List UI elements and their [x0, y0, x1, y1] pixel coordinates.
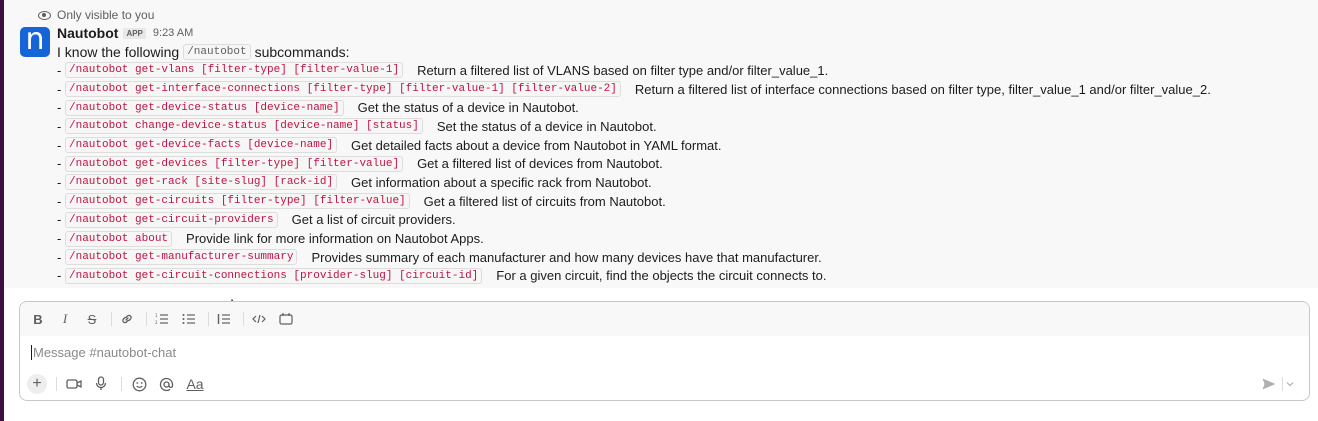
- command-code: /nautobot get-devices [filter-type] [fil…: [65, 155, 404, 172]
- message-timestamp[interactable]: 9:23 AM: [153, 27, 193, 39]
- command-code: /nautobot get-device-facts [device-name]: [65, 137, 338, 154]
- command-item: -/nautobot about Provide link for more in…: [57, 229, 1211, 248]
- bullet-dash: -: [57, 268, 62, 284]
- blockquote-icon[interactable]: [216, 311, 232, 327]
- command-item: -/nautobot change-device-status [device-…: [57, 117, 1211, 136]
- mention-icon[interactable]: [158, 376, 174, 392]
- command-description: Get a list of circuit providers.: [291, 212, 456, 228]
- input-caret: [31, 344, 32, 360]
- command-description: For a given circuit, find the objects th…: [496, 268, 827, 284]
- send-icon[interactable]: [1261, 376, 1277, 392]
- bulleted-list-icon[interactable]: [181, 311, 197, 327]
- command-item: -/nautobot get-device-status [device-nam…: [57, 98, 1211, 117]
- message-input[interactable]: Message #nautobot-chat: [31, 343, 176, 361]
- ephemeral-notice: Only visible to you: [38, 7, 154, 23]
- message-header: Nautobot APP 9:23 AM: [57, 25, 193, 41]
- command-code: /nautobot get-circuit-providers: [65, 211, 278, 228]
- toolbar-divider: [243, 312, 244, 326]
- video-icon[interactable]: [66, 376, 82, 392]
- command-item: -/nautobot get-rack [site-slug] [rack-id…: [57, 173, 1211, 192]
- command-code: /nautobot get-vlans [filter-type] [filte…: [65, 62, 404, 79]
- command-description: Get information about a specific rack fr…: [351, 174, 652, 190]
- intro-text-before: I know the following: [57, 44, 180, 60]
- command-item: -/nautobot get-manufacturer-summary Provi…: [57, 248, 1211, 267]
- toolbar-divider: [208, 312, 209, 326]
- eye-icon: [38, 10, 51, 20]
- intro-inline-code: /nautobot: [183, 44, 251, 60]
- command-item: -/nautobot get-circuit-providers Get a li…: [57, 211, 1211, 230]
- command-code: /nautobot change-device-status [device-n…: [65, 118, 423, 135]
- command-description: Get detailed facts about a device from N…: [351, 137, 722, 153]
- message-placeholder: Message #nautobot-chat: [33, 344, 177, 360]
- command-item: -/nautobot get-devices [filter-type] [fi…: [57, 154, 1211, 173]
- bullet-dash: -: [57, 156, 62, 172]
- toolbar-divider: [121, 377, 122, 391]
- bullet-dash: -: [57, 118, 62, 134]
- command-list: -/nautobot get-vlans [filter-type] [filt…: [57, 61, 1211, 285]
- bullet-dash: -: [57, 193, 62, 209]
- code-block-icon[interactable]: [278, 311, 294, 327]
- command-item: -/nautobot get-circuit-connections [prov…: [57, 267, 1211, 286]
- link-icon[interactable]: [119, 311, 135, 327]
- command-code: /nautobot get-rack [site-slug] [rack-id]: [65, 174, 338, 191]
- emoji-icon[interactable]: [131, 376, 147, 392]
- command-item: -/nautobot get-circuits [filter-type] [f…: [57, 192, 1211, 211]
- command-description: Return a filtered list of VLANS based on…: [417, 62, 829, 78]
- bullet-dash: -: [57, 174, 62, 190]
- chevron-down-icon[interactable]: [1285, 377, 1297, 391]
- intro-text-after: subcommands:: [254, 44, 350, 60]
- bullet-dash: -: [57, 137, 62, 153]
- command-code: /nautobot get-circuits [filter-type] [fi…: [65, 193, 410, 210]
- command-description: Return a filtered list of interface conn…: [634, 81, 1211, 97]
- formatting-toolbar: B I S 12: [20, 302, 1309, 336]
- command-code: /nautobot get-manufacturer-summary: [65, 249, 298, 266]
- microphone-icon[interactable]: [93, 376, 109, 392]
- toolbar-divider: [111, 312, 112, 326]
- bullet-dash: -: [57, 212, 62, 228]
- command-code: /nautobot get-device-status [device-name…: [65, 99, 344, 116]
- command-item: -/nautobot get-vlans [filter-type] [filt…: [57, 61, 1211, 80]
- ordered-list-icon[interactable]: 12: [154, 311, 170, 327]
- command-description: Get a filtered list of devices from Naut…: [417, 156, 663, 172]
- italic-icon[interactable]: I: [57, 311, 73, 327]
- bullet-dash: -: [57, 249, 62, 265]
- svg-text:2: 2: [155, 320, 158, 325]
- bullet-dash: -: [57, 231, 62, 247]
- code-icon[interactable]: [251, 311, 267, 327]
- command-description: Get a filtered list of circuits from Nau…: [423, 193, 666, 209]
- command-code: /nautobot get-circuit-connections [provi…: [65, 267, 483, 284]
- command-description: Provides summary of each manufacturer an…: [311, 249, 822, 265]
- command-item: -/nautobot get-interface-connections [fi…: [57, 80, 1211, 99]
- text-format-toggle[interactable]: Aa: [185, 376, 205, 392]
- bullet-dash: -: [57, 62, 62, 78]
- sender-name[interactable]: Nautobot: [57, 25, 118, 41]
- command-item: -/nautobot get-device-facts [device-name…: [57, 136, 1211, 155]
- command-description: Provide link for more information on Nau…: [186, 231, 484, 247]
- app-badge: APP: [123, 27, 146, 39]
- svg-text:1: 1: [155, 313, 158, 318]
- toolbar-divider: [1282, 377, 1283, 391]
- command-description: Get the status of a device in Nautobot.: [357, 100, 579, 116]
- message-intro: I know the following /nautobot subcomman…: [57, 43, 350, 61]
- bot-avatar[interactable]: n: [20, 27, 50, 57]
- bullet-dash: -: [57, 100, 62, 116]
- composer-actions: + Aa: [20, 373, 1309, 395]
- toolbar-divider: [56, 377, 57, 391]
- plus-icon[interactable]: +: [27, 374, 47, 394]
- toolbar-divider: [146, 312, 147, 326]
- command-code: /nautobot get-interface-connections [fil…: [65, 81, 621, 98]
- visibility-label: Only visible to you: [57, 8, 155, 22]
- message-composer: B I S 12 Message #nautobot-chat + Aa: [19, 301, 1310, 401]
- bullet-dash: -: [57, 81, 62, 97]
- command-description: Set the status of a device in Nautobot.: [436, 118, 657, 134]
- bold-icon[interactable]: B: [30, 311, 46, 327]
- command-code: /nautobot about: [65, 230, 173, 247]
- strikethrough-icon[interactable]: S: [84, 311, 100, 327]
